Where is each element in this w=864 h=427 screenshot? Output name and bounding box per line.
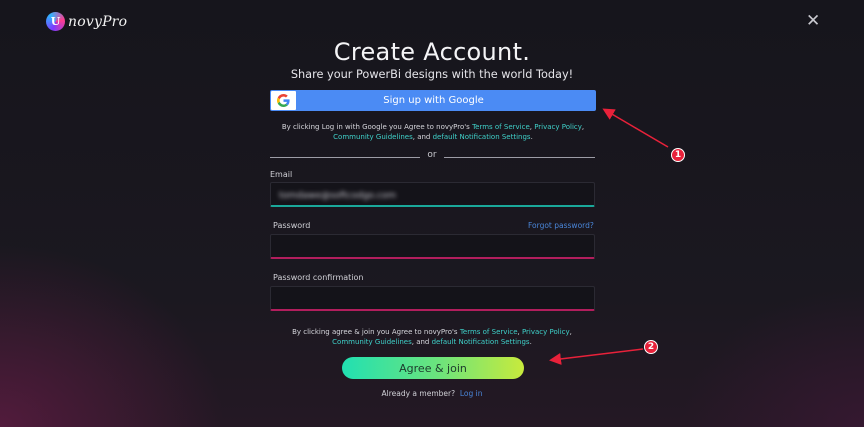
annotation-arrow-2	[549, 348, 644, 365]
annotation-arrow-1	[602, 108, 669, 148]
annotation-badge-2: 2	[644, 340, 658, 354]
annotation-badge-1: 1	[671, 148, 685, 162]
annotation-arrows	[549, 108, 669, 365]
